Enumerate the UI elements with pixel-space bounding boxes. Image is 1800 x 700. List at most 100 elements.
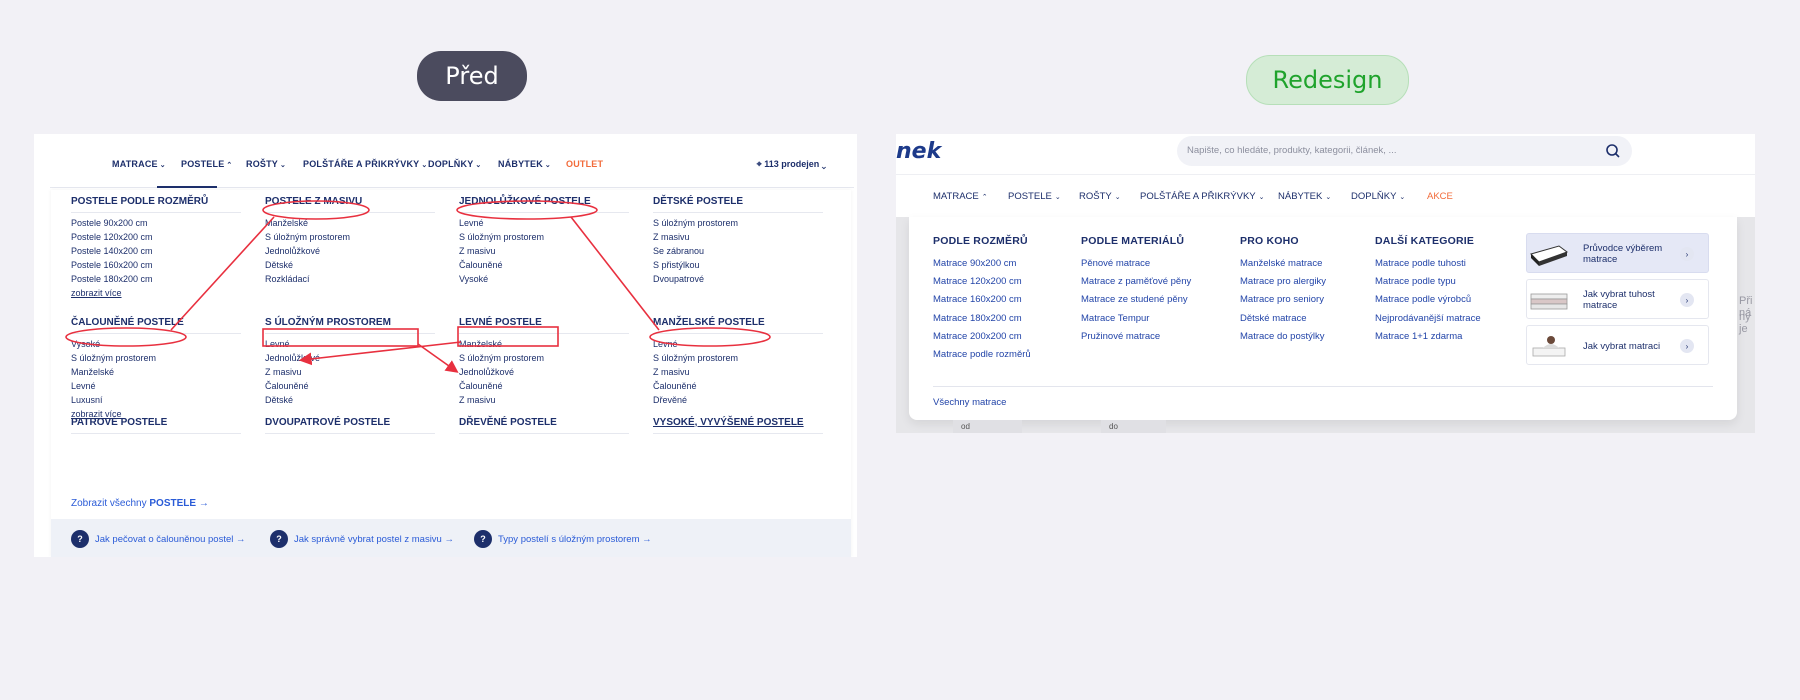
menu-link[interactable]: Matrace podle tuhosti [1375, 258, 1466, 269]
section-title[interactable]: POSTELE Z MASIVU [265, 196, 362, 207]
section-link[interactable]: Luxusní [71, 395, 103, 405]
menu-link[interactable]: Pružinové matrace [1081, 331, 1160, 342]
menu-link[interactable]: Matrace podle rozměrů [933, 349, 1031, 360]
section-title[interactable]: PATROVÉ POSTELE [71, 417, 167, 428]
section-link[interactable]: Z masivu [653, 367, 690, 377]
section-link[interactable]: Postele 90x200 cm [71, 218, 148, 228]
menu-link[interactable]: Matrace pro alergiky [1240, 276, 1326, 287]
section-link[interactable]: S úložným prostorem [653, 218, 738, 228]
menu-link[interactable]: Matrace 120x200 cm [933, 276, 1022, 287]
menu-link[interactable]: Matrace ze studené pěny [1081, 294, 1188, 305]
nav-item-matrace[interactable]: MATRACE ⌃ [933, 191, 988, 202]
section-link[interactable]: Postele 180x200 cm [71, 274, 153, 284]
menu-link[interactable]: Pěnové matrace [1081, 258, 1150, 269]
nav-item-doplnky[interactable]: DOPLŇKY ⌄ [1351, 191, 1405, 202]
section-link[interactable]: Vysoké [71, 339, 100, 349]
section-link[interactable]: Čalouněné [653, 381, 697, 391]
show-all-link[interactable]: Zobrazit všechny POSTELE → [71, 498, 209, 509]
section-link[interactable]: Levné [71, 381, 96, 391]
section-link[interactable]: Dětské [265, 395, 293, 405]
section-link[interactable]: S úložným prostorem [265, 232, 350, 242]
nav-item-rosty[interactable]: ROŠTY ⌄ [1079, 191, 1121, 202]
section-link[interactable]: Čalouněné [459, 381, 503, 391]
section-link[interactable]: Vysoké [459, 274, 488, 284]
menu-link[interactable]: Matrace pro seniory [1240, 294, 1324, 305]
section-title[interactable]: S ÚLOŽNÝM PROSTOREM [265, 317, 391, 328]
menu-link[interactable]: Nejprodávanější matrace [1375, 313, 1481, 324]
section-link[interactable]: Z masivu [459, 246, 496, 256]
section-link[interactable]: Jednolůžkové [265, 353, 320, 363]
section-link[interactable]: Z masivu [265, 367, 302, 377]
section-title[interactable]: ČALOUNĚNÉ POSTELE [71, 317, 184, 328]
section-link[interactable]: Levné [653, 339, 678, 349]
section-link[interactable]: S úložným prostorem [653, 353, 738, 363]
nav-item-polstare[interactable]: POLŠTÁŘE A PŘIKRÝVKY ⌄ [303, 159, 427, 169]
section-link[interactable]: Z masivu [459, 395, 496, 405]
menu-link[interactable]: Matrace do postýlky [1240, 331, 1324, 342]
nav-item-nabytek[interactable]: NÁBYTEK ⌄ [498, 159, 551, 169]
section-link[interactable]: Jednolůžkové [459, 367, 514, 377]
section-link[interactable]: Postele 120x200 cm [71, 232, 153, 242]
section-link[interactable]: Dvoupatrové [653, 274, 704, 284]
guide-card-mattress-selection[interactable]: Průvodce výběrem matrace › [1526, 233, 1709, 273]
section-title[interactable]: JEDNOLŮŽKOVÉ POSTELE [459, 196, 591, 207]
brand-logo[interactable]: nek [896, 139, 941, 164]
section-title[interactable]: MANŽELSKÉ POSTELE [653, 317, 765, 328]
nav-item-polstare[interactable]: POLŠTÁŘE A PŘIKRÝVKY ⌄ [1140, 191, 1265, 202]
nav-item-akce[interactable]: AKCE [1427, 191, 1453, 202]
section-link[interactable]: Se zábranou [653, 246, 704, 256]
nav-item-postele[interactable]: POSTELE ⌄ [1008, 191, 1061, 202]
section-link[interactable]: S úložným prostorem [71, 353, 156, 363]
section-title[interactable]: VYSOKÉ, VYVÝŠENÉ POSTELE [653, 417, 804, 428]
menu-link[interactable]: Manželské matrace [1240, 258, 1322, 269]
section-link[interactable]: Levné [265, 339, 290, 349]
show-more-link[interactable]: zobrazit více [71, 288, 122, 298]
nav-item-postele[interactable]: POSTELE ⌃ [181, 159, 233, 169]
section-title[interactable]: DĚTSKÉ POSTELE [653, 196, 743, 207]
section-link[interactable]: Levné [459, 218, 484, 228]
nav-item-doplnky[interactable]: DOPLŇKY ⌄ [428, 159, 481, 169]
menu-link[interactable]: Matrace 1+1 zdarma [1375, 331, 1462, 342]
section-link[interactable]: S úložným prostorem [459, 232, 544, 242]
menu-link[interactable]: Dětské matrace [1240, 313, 1307, 324]
nav-item-rosty[interactable]: ROŠTY ⌄ [246, 159, 286, 169]
section-link[interactable]: Dětské [265, 260, 293, 270]
section-link[interactable]: Postele 160x200 cm [71, 260, 153, 270]
section-link[interactable]: Jednolůžkové [265, 246, 320, 256]
help-link-storage-types[interactable]: ? Typy postelí s úložným prostorem → [474, 530, 652, 548]
section-link[interactable]: Postele 140x200 cm [71, 246, 153, 256]
search-icon[interactable] [1604, 142, 1622, 160]
menu-link[interactable]: Matrace podle výrobců [1375, 294, 1471, 305]
section-link[interactable]: Rozkládací [265, 274, 310, 284]
section-link[interactable]: Dřevěné [653, 395, 687, 405]
menu-link[interactable]: Matrace 200x200 cm [933, 331, 1022, 342]
all-mattresses-link[interactable]: Všechny matrace [933, 397, 1006, 408]
section-link[interactable]: Z masivu [653, 232, 690, 242]
section-title[interactable]: POSTELE PODLE ROZMĚRŮ [71, 196, 208, 207]
section-title[interactable]: LEVNÉ POSTELE [459, 317, 542, 328]
menu-link[interactable]: Matrace 160x200 cm [933, 294, 1022, 305]
store-locator[interactable]: ⌖ 113 prodejen ⌄ [757, 159, 826, 170]
section-link[interactable]: S přistýlkou [653, 260, 700, 270]
menu-link[interactable]: Matrace 90x200 cm [933, 258, 1016, 269]
section-link[interactable]: Čalouněné [459, 260, 503, 270]
menu-link[interactable]: Matrace z paměťové pěny [1081, 276, 1191, 287]
menu-link[interactable]: Matrace 180x200 cm [933, 313, 1022, 324]
section-title[interactable]: DVOUPATROVÉ POSTELE [265, 417, 390, 428]
nav-item-outlet[interactable]: OUTLET [566, 159, 603, 169]
section-link[interactable]: S úložným prostorem [459, 353, 544, 363]
section-link[interactable]: Manželské [459, 339, 502, 349]
section-title[interactable]: DŘEVĚNÉ POSTELE [459, 417, 557, 428]
guide-card-choose-mattress[interactable]: Jak vybrat matraci › [1526, 325, 1709, 365]
help-link-upholstered-care[interactable]: ? Jak pečovat o čalouněnou postel → [71, 530, 246, 548]
guide-card-firmness[interactable]: Jak vybrat tuhost matrace › [1526, 279, 1709, 319]
section-link[interactable]: Manželské [265, 218, 308, 228]
search-input[interactable]: Napište, co hledáte, produkty, kategorii… [1177, 136, 1632, 166]
menu-link[interactable]: Matrace Tempur [1081, 313, 1149, 324]
section-link[interactable]: Čalouněné [265, 381, 309, 391]
menu-link[interactable]: Matrace podle typu [1375, 276, 1456, 287]
section-link[interactable]: Manželské [71, 367, 114, 377]
nav-item-matrace[interactable]: MATRACE ⌄ [112, 159, 166, 169]
nav-item-nabytek[interactable]: NÁBYTEK ⌄ [1278, 191, 1331, 202]
help-link-solid-wood[interactable]: ? Jak správně vybrat postel z masivu → [270, 530, 454, 548]
